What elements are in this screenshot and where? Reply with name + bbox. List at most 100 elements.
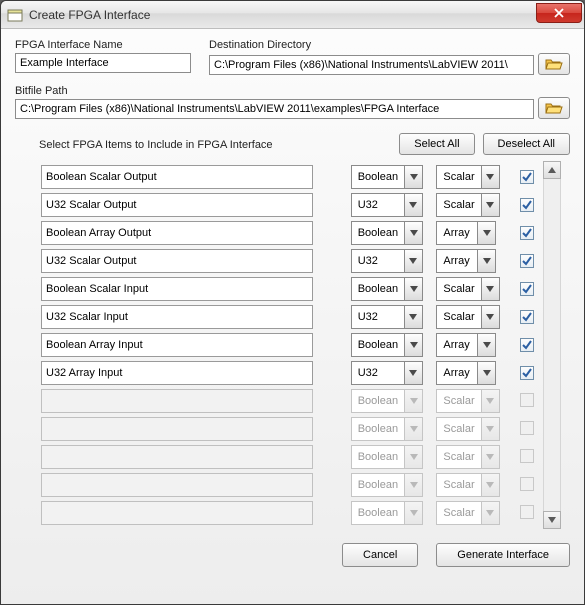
chevron-up-icon <box>548 167 556 173</box>
item-name-input <box>41 389 313 413</box>
fpga-name-input[interactable] <box>15 53 191 73</box>
generate-button[interactable]: Generate Interface <box>436 543 570 567</box>
scroll-down-button[interactable] <box>543 511 561 529</box>
select-all-button[interactable]: Select All <box>399 133 474 155</box>
deselect-all-button[interactable]: Deselect All <box>483 133 570 155</box>
item-name-input[interactable] <box>41 333 313 357</box>
item-name-input[interactable] <box>41 221 313 245</box>
include-checkbox <box>520 449 534 463</box>
item-name-input <box>41 417 313 441</box>
kind-select[interactable]: Array <box>436 361 496 385</box>
include-checkbox[interactable] <box>520 282 534 296</box>
table-row: Boolean Scalar <box>39 165 539 189</box>
kind-value: Scalar <box>437 446 480 468</box>
dest-dir-browse-button[interactable] <box>538 53 570 75</box>
chevron-down-icon <box>486 314 494 320</box>
bitfile-browse-button[interactable] <box>538 97 570 119</box>
item-name-input[interactable] <box>41 277 313 301</box>
chevron-down-icon <box>409 202 417 208</box>
kind-value: Scalar <box>437 306 480 328</box>
include-checkbox[interactable] <box>520 366 534 380</box>
check-icon <box>522 200 532 210</box>
chevron-down-icon <box>410 398 418 404</box>
chevron-down-icon <box>410 482 418 488</box>
dialog-body: FPGA Interface Name Destination Director… <box>1 29 584 604</box>
kind-value: Scalar <box>437 194 480 216</box>
kind-select[interactable]: Scalar <box>436 165 499 189</box>
type-value: U32 <box>352 250 404 272</box>
chevron-down-icon <box>410 230 418 236</box>
kind-select[interactable]: Array <box>436 249 496 273</box>
item-name-input[interactable] <box>41 305 313 329</box>
item-name-input <box>41 473 313 497</box>
type-select: Boolean <box>351 417 423 441</box>
table-row: Boolean Array <box>39 221 539 245</box>
check-icon <box>522 312 532 322</box>
window-title: Create FPGA Interface <box>29 8 536 22</box>
item-name-input[interactable] <box>41 361 313 385</box>
chevron-down-icon <box>409 370 417 376</box>
scroll-up-button[interactable] <box>543 161 561 179</box>
kind-select[interactable]: Array <box>436 333 496 357</box>
chevron-down-icon <box>483 258 491 264</box>
check-icon <box>522 256 532 266</box>
table-row: U32 Scalar <box>39 193 539 217</box>
chevron-down-icon <box>486 202 494 208</box>
table-row: Boolean Scalar <box>39 277 539 301</box>
type-select[interactable]: U32 <box>351 305 423 329</box>
kind-select[interactable]: Array <box>436 221 496 245</box>
chevron-down-icon <box>483 370 491 376</box>
chevron-down-icon <box>410 454 418 460</box>
type-value: Boolean <box>352 446 404 468</box>
item-name-input <box>41 445 313 469</box>
item-name-input[interactable] <box>41 249 313 273</box>
include-checkbox[interactable] <box>520 170 534 184</box>
include-checkbox <box>520 421 534 435</box>
kind-value: Scalar <box>437 474 480 496</box>
kind-select: Scalar <box>436 417 499 441</box>
chevron-down-icon <box>410 342 418 348</box>
bitfile-input[interactable] <box>15 99 534 119</box>
kind-select[interactable]: Scalar <box>436 193 499 217</box>
type-select[interactable]: Boolean <box>351 277 423 301</box>
check-icon <box>522 284 532 294</box>
chevron-down-icon <box>548 517 556 523</box>
type-select: Boolean <box>351 501 423 525</box>
type-select[interactable]: Boolean <box>351 221 423 245</box>
item-name-input[interactable] <box>41 193 313 217</box>
fpga-name-label: FPGA Interface Name <box>15 39 191 51</box>
kind-value: Array <box>437 334 477 356</box>
dest-dir-input[interactable] <box>209 55 534 75</box>
type-select[interactable]: Boolean <box>351 165 423 189</box>
include-checkbox[interactable] <box>520 226 534 240</box>
include-checkbox[interactable] <box>520 338 534 352</box>
include-checkbox[interactable] <box>520 310 534 324</box>
kind-value: Array <box>437 222 477 244</box>
type-select[interactable]: U32 <box>351 249 423 273</box>
kind-value: Scalar <box>437 418 480 440</box>
kind-select[interactable]: Scalar <box>436 305 499 329</box>
cancel-button[interactable]: Cancel <box>342 543 418 567</box>
type-select[interactable]: U32 <box>351 193 423 217</box>
type-select[interactable]: U32 <box>351 361 423 385</box>
include-checkbox[interactable] <box>520 254 534 268</box>
include-checkbox <box>520 393 534 407</box>
chevron-down-icon <box>486 174 494 180</box>
type-select[interactable]: Boolean <box>351 333 423 357</box>
items-section-label: Select FPGA Items to Include in FPGA Int… <box>39 139 273 151</box>
titlebar[interactable]: Create FPGA Interface <box>1 1 584 29</box>
chevron-down-icon <box>486 454 494 460</box>
table-row: Boolean Scalar <box>39 417 539 441</box>
include-checkbox[interactable] <box>520 198 534 212</box>
scroll-track[interactable] <box>543 179 561 511</box>
kind-select[interactable]: Scalar <box>436 277 499 301</box>
kind-value: Array <box>437 362 477 384</box>
chevron-down-icon <box>486 510 494 516</box>
chevron-down-icon <box>410 174 418 180</box>
scrollbar[interactable] <box>543 161 561 529</box>
app-icon <box>7 7 23 23</box>
item-name-input[interactable] <box>41 165 313 189</box>
kind-value: Scalar <box>437 166 480 188</box>
chevron-down-icon <box>410 426 418 432</box>
close-button[interactable] <box>536 3 582 23</box>
